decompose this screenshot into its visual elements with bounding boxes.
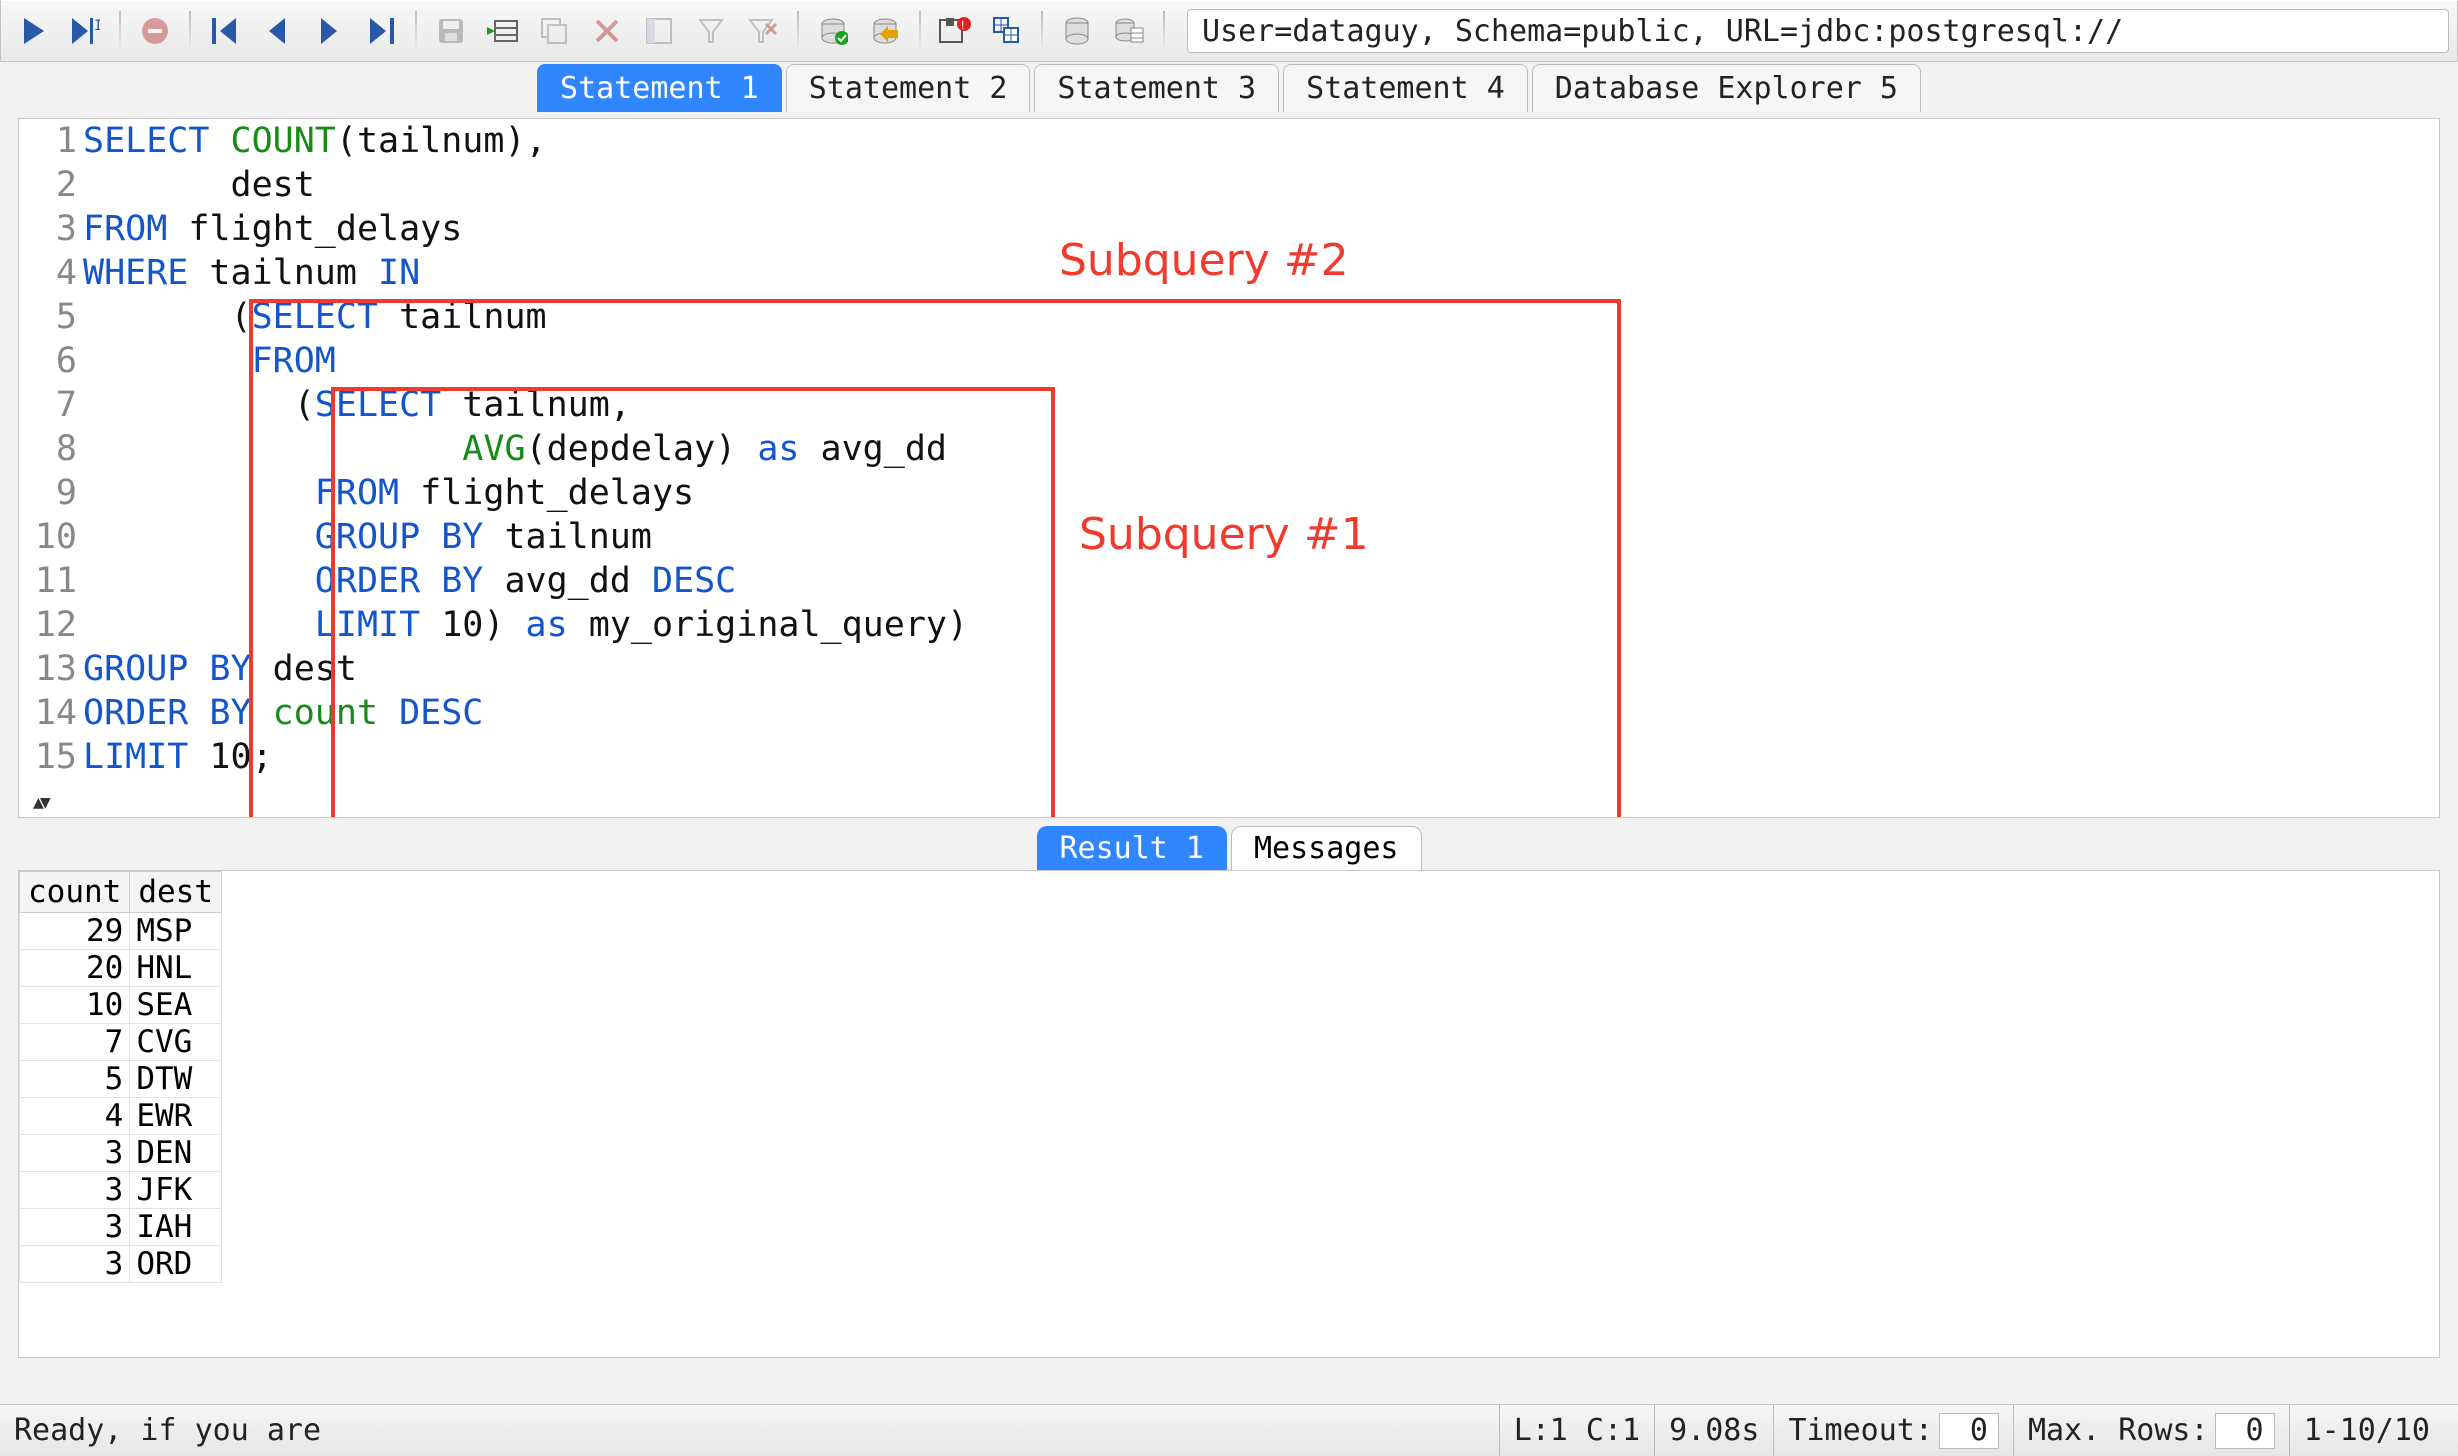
timeout-value[interactable]: 0 — [1939, 1413, 1999, 1449]
tab-statement-2[interactable]: Statement 2 — [786, 64, 1031, 112]
code-line: (SELECT tailnum, — [83, 383, 2439, 427]
select-cols-icon — [635, 7, 683, 55]
column-header[interactable]: count — [20, 872, 130, 913]
status-message: Ready, if you are — [14, 1413, 321, 1448]
table-row[interactable]: 4EWR — [20, 1098, 222, 1135]
connection-text: User=dataguy, Schema=public, URL=jdbc:po… — [1202, 14, 2123, 49]
subquery2-label: Subquery #2 — [1059, 235, 1349, 286]
tab-statement-3[interactable]: Statement 3 — [1034, 64, 1279, 112]
tab-statement-1[interactable]: Statement 1 — [537, 64, 782, 112]
statement-tabs: Statement 1Statement 2Statement 3Stateme… — [0, 62, 2458, 112]
exec-time: 9.08s — [1654, 1405, 1773, 1456]
save-icon — [427, 7, 475, 55]
timeout-field: Timeout: 0 — [1773, 1405, 2013, 1456]
rollback-icon[interactable] — [861, 7, 909, 55]
table-row[interactable]: 3ORD — [20, 1246, 222, 1283]
clear-filter-icon — [739, 7, 787, 55]
svg-text:I: I — [94, 18, 100, 34]
copy-row-icon — [531, 7, 579, 55]
filter-icon — [687, 7, 735, 55]
status-bar: Ready, if you are L:1 C:1 9.08s Timeout:… — [0, 1404, 2458, 1456]
result-grid[interactable]: countdest29MSP20HNL10SEA7CVG5DTW4EWR3DEN… — [18, 870, 2440, 1358]
prev-icon[interactable] — [253, 7, 301, 55]
first-icon[interactable] — [201, 7, 249, 55]
tab-result-2[interactable]: Messages — [1231, 826, 1422, 870]
code-line: AVG(depdelay) as avg_dd — [83, 427, 2439, 471]
subquery1-label: Subquery #1 — [1079, 509, 1369, 560]
row-range: 1-10/10 — [2289, 1405, 2444, 1456]
maxrows-value[interactable]: 0 — [2215, 1413, 2275, 1449]
code-line: dest — [83, 163, 2439, 207]
tab-statement-5[interactable]: Database Explorer 5 — [1532, 64, 1921, 112]
toolbar: I ! User=dataguy, Schema=public, URL=jdb… — [0, 0, 2458, 62]
table-row[interactable]: 3IAH — [20, 1209, 222, 1246]
execute-icon[interactable] — [9, 7, 57, 55]
cursor-position: L:1 C:1 — [1499, 1405, 1654, 1456]
db-explorer-icon[interactable] — [1105, 7, 1153, 55]
column-header[interactable]: dest — [130, 872, 222, 913]
code-line: FROM — [83, 339, 2439, 383]
maxrows-field: Max. Rows: 0 — [2013, 1405, 2289, 1456]
table-row[interactable]: 29MSP — [20, 913, 222, 950]
table-row[interactable]: 20HNL — [20, 950, 222, 987]
commit-icon[interactable] — [809, 7, 857, 55]
code-line: ORDER BY count DESC — [83, 691, 2439, 735]
last-icon[interactable] — [357, 7, 405, 55]
code-line: (SELECT tailnum — [83, 295, 2439, 339]
line-gutter: 123456789101112131415 — [19, 119, 83, 779]
table-row[interactable]: 5DTW — [20, 1061, 222, 1098]
code-area[interactable]: SELECT COUNT(tailnum), destFROM flight_d… — [83, 119, 2439, 779]
code-line: LIMIT 10) as my_original_query) — [83, 603, 2439, 647]
result-tabs: Result 1Messages — [0, 822, 2458, 870]
code-line: SELECT COUNT(tailnum), — [83, 119, 2439, 163]
split-handle-icon[interactable]: ▲▼ — [33, 792, 47, 813]
table-row[interactable]: 3DEN — [20, 1135, 222, 1172]
code-line: LIMIT 10; — [83, 735, 2439, 779]
delete-row-icon — [583, 7, 631, 55]
tab-result-1[interactable]: Result 1 — [1037, 826, 1228, 870]
append-results-icon[interactable] — [983, 7, 1031, 55]
table-row[interactable]: 7CVG — [20, 1024, 222, 1061]
execute-cursor-icon[interactable]: I — [61, 7, 109, 55]
svg-text:!: ! — [961, 18, 964, 32]
sql-editor[interactable]: 123456789101112131415 SELECT COUNT(tailn… — [18, 118, 2440, 818]
next-icon[interactable] — [305, 7, 353, 55]
tab-statement-4[interactable]: Statement 4 — [1283, 64, 1528, 112]
db-icon[interactable] — [1053, 7, 1101, 55]
insert-row-icon[interactable] — [479, 7, 527, 55]
code-line: GROUP BY dest — [83, 647, 2439, 691]
stop-icon — [131, 7, 179, 55]
table-row[interactable]: 10SEA — [20, 987, 222, 1024]
table-row[interactable]: 3JFK — [20, 1172, 222, 1209]
ignore-errors-icon[interactable]: ! — [931, 7, 979, 55]
connection-info[interactable]: User=dataguy, Schema=public, URL=jdbc:po… — [1187, 9, 2449, 53]
code-line: ORDER BY avg_dd DESC — [83, 559, 2439, 603]
